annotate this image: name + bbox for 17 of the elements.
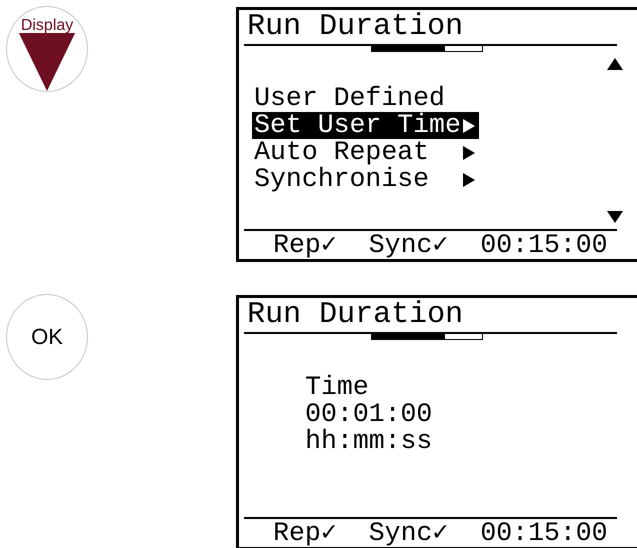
menu-item[interactable]: Set User Time — [252, 112, 479, 139]
menu-item[interactable]: Auto Repeat — [252, 139, 479, 166]
field-text: 00:01:00 — [305, 401, 434, 428]
status-text: Rep✓ — [273, 231, 337, 259]
menu-item[interactable]: Synchronise — [252, 166, 479, 193]
screen-title: Run Duration — [246, 10, 464, 42]
status-text: Sync✓ — [368, 231, 448, 259]
ok-key[interactable]: OK — [6, 294, 88, 380]
display-key[interactable]: Display — [6, 6, 88, 92]
status-text: Sync✓ — [368, 519, 448, 547]
status-text: 00:15:00 — [480, 519, 608, 547]
field-text: Time — [305, 374, 370, 401]
menu-item[interactable]: User Defined — [252, 85, 465, 112]
status-text: 00:15:00 — [480, 231, 608, 259]
screen-title: Run Duration — [246, 298, 464, 330]
field-text: hh:mm:ss — [305, 428, 434, 455]
status-text: Rep✓ — [273, 519, 337, 547]
